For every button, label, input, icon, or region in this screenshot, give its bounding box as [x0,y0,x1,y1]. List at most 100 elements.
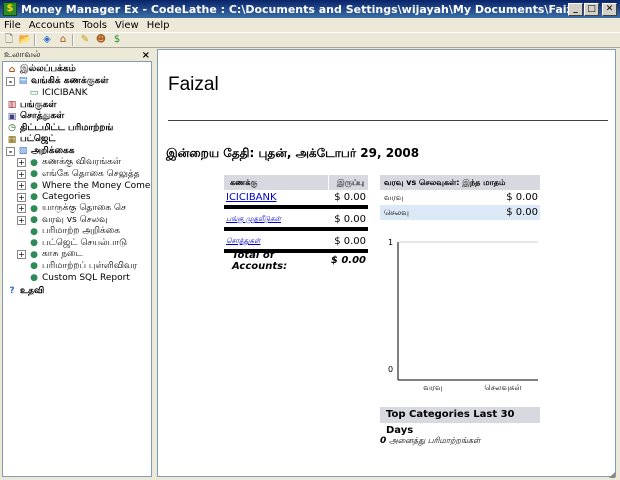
nav-item[interactable]: + ● காசு நடை [17,249,151,260]
expand-icon[interactable]: + [17,158,26,167]
expand-icon[interactable]: + [17,181,26,190]
new-account-icon[interactable]: ◈ [40,33,54,47]
report-globe-icon: ● [30,261,38,271]
nav-item-label: Categories [42,192,91,202]
nav-item[interactable]: ◷ திட்டமிட்ட பரிமாற்றங் [6,123,151,134]
expand-icon[interactable]: + [17,204,26,213]
nav-item[interactable]: ● Custom SQL Report [17,272,151,283]
title-bar: $ Money Manager Ex - CodeLathe : C:\Docu… [0,0,620,18]
home-icon: ⌂ [8,64,16,75]
currency-icon[interactable]: $ [110,33,124,47]
nav-item[interactable]: ● பட்ஜெட் செயல்பாடு [17,238,151,249]
navigator-close-icon[interactable]: × [142,50,150,61]
options-icon[interactable]: ✎ [78,33,92,47]
nav-item[interactable]: ▦ பட்ஜெட் [6,134,151,145]
menu-view[interactable]: View [111,20,143,31]
close-button[interactable]: ✕ [602,2,617,16]
stocks-balance: $ 0.00 [334,214,366,225]
expense-row: செலவு $ 0.00 [380,205,540,220]
transaction-count: 0 அனைத்து பரிமாற்றங்கள் [380,436,480,446]
maximize-button[interactable]: □ [584,2,599,16]
nav-item[interactable]: + ● எங்கே தொகை செலுத்த [17,169,151,180]
nav-item-label: எங்கே தொகை செலுத்த [42,168,140,179]
report-globe-icon: ● [30,215,38,225]
nav-item[interactable]: + ● Where the Money Comes Fr [17,180,151,191]
table-divider [224,227,368,231]
report-globe-icon: ● [30,272,38,283]
collapse-icon[interactable]: - [6,146,15,156]
expand-icon[interactable]: + [17,215,26,225]
nav-item[interactable]: + ● யாருக்கு தொகை செ [17,203,151,214]
new-icon[interactable]: 🗋 [2,33,16,47]
report-globe-icon: ● [30,192,38,202]
assets-link[interactable]: சொத்துகள் [224,237,328,246]
today-date: இன்றைய தேதி: புதன், அக்டோபர் 29, 2008 [166,146,420,160]
account-link[interactable]: ICICIBANK [224,192,328,203]
scheduled-icon: ◷ [8,123,16,133]
accounts-table-header: கணக்கு இருப்பு [224,175,368,190]
navigator-header: உலாவல் × [2,49,152,61]
reports-icon: ▧ [18,146,28,156]
nav-item-label: இல்லப்பக்கம் [20,64,76,74]
nav-item[interactable]: ▥ பங்குகள் [6,100,151,111]
income-label: வரவு [384,192,404,202]
nav-item-label: உதவி [20,285,45,296]
page-title: Faizal [168,74,219,95]
toolbar: 🗋 📂 ◈ ⌂ ✎ ☻ $ [0,32,620,48]
stocks-link[interactable]: பங்கு முதலீடுகள் [224,215,328,224]
expand-icon[interactable]: + [17,250,26,259]
expand-icon[interactable]: + [17,169,26,179]
top-categories-header: Top Categories Last 30 Days [380,407,540,436]
nav-item[interactable]: + ● Categories [17,192,151,203]
window-title: Money Manager Ex - CodeLathe : C:\Docume… [21,2,568,16]
income-row: வரவு $ 0.00 [380,190,540,205]
app-icon: $ [3,2,17,16]
menu-file[interactable]: File [0,20,25,31]
nav-item-label: பரிமாற்றப் புள்ளிவிவர [42,260,138,271]
home-icon[interactable]: ⌂ [56,33,70,47]
nav-item[interactable]: ● பரிமாற்ற அறிக்கை [17,226,151,237]
nav-item[interactable]: ⌂ இல்லப்பக்கம் [6,64,151,75]
nav-item[interactable]: + ● கணக்கு விவரங்கள் [17,157,151,168]
nav-item-label: பங்குகள் [20,99,57,110]
nav-item-label: வரவு vs செலவு [42,214,108,225]
nav-item-label: கணக்கு விவரங்கள் [42,157,122,167]
expense-label: செலவு [384,207,409,217]
report-globe-icon: ● [30,249,38,260]
open-icon[interactable]: 📂 [18,33,32,47]
nav-item[interactable]: ? உதவி [6,286,151,297]
collapse-icon[interactable]: - [6,76,15,86]
toolbar-separator [34,34,36,46]
minimize-button[interactable]: _ [568,2,583,16]
nav-item-label: பட்ஜெட் செயல்பாடு [42,237,128,248]
y-tick-label: 1 [388,238,393,247]
nav-item[interactable]: ● பரிமாற்றப் புள்ளிவிவர [17,261,151,272]
nav-item[interactable]: ▣ சொத்துகள் [6,111,151,122]
nav-item-label: ICICIBANK [42,88,88,98]
resize-grip-icon[interactable]: ◢ [609,470,619,480]
users-icon[interactable]: ☻ [94,33,108,47]
accounts-table: கணக்கு இருப்பு ICICIBANK $ 0.00 பங்கு மு… [224,175,368,272]
account-balance: $ 0.00 [334,192,366,203]
income-value: $ 0.00 [506,192,538,203]
nav-item-label: சொத்துகள் [20,111,65,121]
nav-item-label: காசு நடை [42,249,83,259]
expand-icon[interactable]: + [17,192,26,202]
report-globe-icon: ● [30,157,38,168]
transaction-count-value: 0 [380,436,387,446]
nav-item[interactable]: - ▤ வங்கிக் கணக்குகள் [6,76,151,87]
report-globe-icon: ● [30,226,38,237]
menu-accounts[interactable]: Accounts [25,20,79,31]
nav-item[interactable]: + ● வரவு vs செலவு [17,215,151,226]
nav-item-label: யாருக்கு தொகை செ [42,203,127,213]
expense-value: $ 0.00 [506,207,538,218]
nav-item[interactable]: ▭ ICICIBANK [28,88,151,99]
nav-item-label: பரிமாற்ற அறிக்கை [42,226,121,236]
total-label: Total of Accounts: [232,249,288,272]
assets-balance: $ 0.00 [334,236,366,247]
table-row: சொத்துகள் $ 0.00 [224,234,368,249]
nav-item[interactable]: - ▧ அறிக்கைக [6,146,151,157]
menu-tools[interactable]: Tools [78,20,111,31]
table-row: பங்கு முதலீடுகள் $ 0.00 [224,212,368,227]
menu-help[interactable]: Help [143,20,174,31]
